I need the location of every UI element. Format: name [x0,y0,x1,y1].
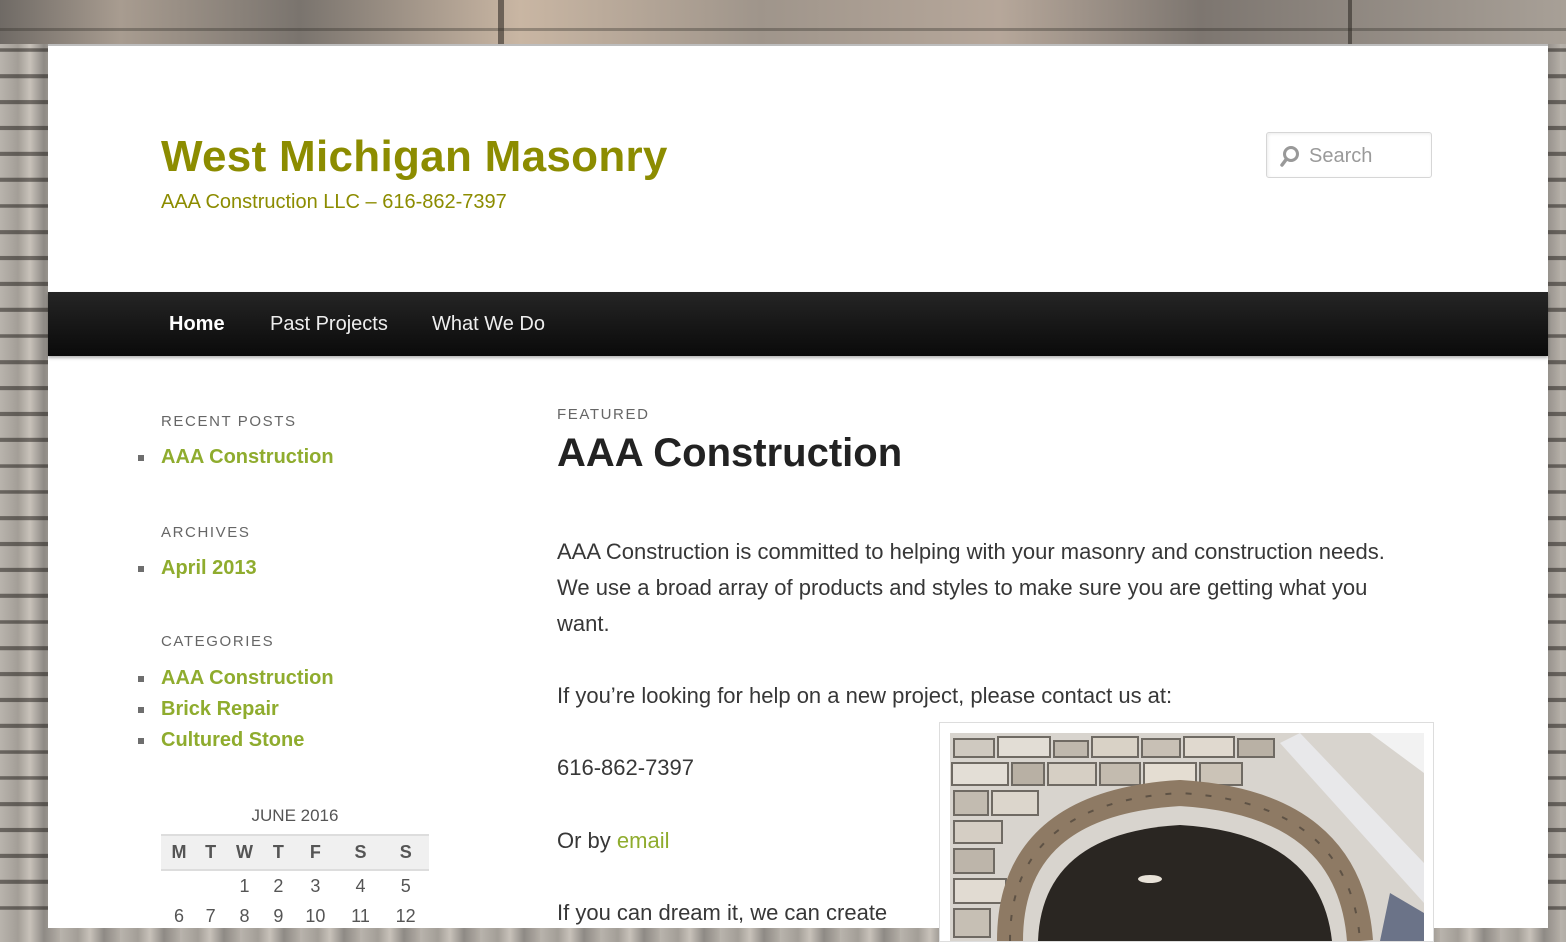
calendar-day [197,870,224,901]
post-phone: 616-862-7397 [557,755,695,780]
site-description: AAA Construction LLC – 616-862-7397 [161,191,507,213]
list-item: AAA Construction [138,663,334,694]
post-paragraph-line: AAA Construction is committed to helping… [557,539,1385,564]
nav-item-past-projects[interactable]: Past Projects [270,292,388,356]
page-container: West Michigan Masonry AAA Construction L… [48,44,1548,942]
calendar-day: 12 [395,905,416,926]
calendar-day-header: M [161,834,197,871]
stone-arch-photo [950,733,1424,941]
post-paragraph-line: want. [557,611,610,636]
calendar-day-header: S [338,834,383,871]
archives-title: ARCHIVES [161,524,251,541]
calendar-day-header: T [264,834,293,871]
post-paragraph-line: We use a broad array of products and sty… [557,575,1368,600]
list-item: AAA Construction [138,442,334,473]
photo-frame [939,722,1434,942]
category-link[interactable]: AAA Construction [161,667,334,689]
list-item: Cultured Stone [138,725,334,756]
search-input[interactable] [1307,139,1429,173]
calendar-day [161,870,197,901]
categories-title: CATEGORIES [161,633,275,650]
categories-list: AAA Construction Brick Repair Cultured S… [138,663,334,756]
calendar-day-header: S [382,834,429,871]
search-box[interactable] [1266,132,1432,178]
recent-posts-list: AAA Construction [138,442,334,473]
nav-item-what-we-do[interactable]: What We Do [432,292,545,356]
calendar-day: 6 [173,905,184,926]
calendar-day: 4 [355,875,366,896]
post-dream-paragraph: If you can dream it, we can create [557,900,888,925]
category-link[interactable]: Cultured Stone [161,729,304,751]
calendar-day-header: W [224,834,265,871]
search-icon [1279,145,1301,167]
archives-list: April 2013 [138,553,257,584]
calendar-day: 9 [273,905,284,926]
calendar-caption: JUNE 2016 [251,806,339,825]
post-contact-paragraph: If you’re looking for help on a new proj… [557,683,1173,708]
calendar-day: 7 [205,905,216,926]
email-prefix: Or by [557,828,617,853]
site-title[interactable]: West Michigan Masonry [161,132,668,182]
calendar-day-header: F [292,834,339,871]
calendar-day: 3 [310,875,321,896]
email-link[interactable]: email [617,828,670,853]
calendar-week-row: 1 2 3 4 5 [161,870,429,901]
calendar-day: 11 [351,905,370,926]
calendar-day: 2 [273,875,284,896]
calendar-day: 5 [400,875,411,896]
calendar-day: 1 [239,875,250,896]
main-navigation: Home Past Projects What We Do [48,292,1548,356]
calendar-day: 10 [305,905,326,926]
featured-label: FEATURED [557,406,650,423]
list-item: April 2013 [138,553,257,584]
recent-posts-title: RECENT POSTS [161,413,297,430]
calendar-table: M T W T F S S 1 2 3 4 5 6 7 8 9 10 11 12 [161,834,429,931]
recent-post-link[interactable]: AAA Construction [161,446,334,468]
archive-link[interactable]: April 2013 [161,557,257,579]
calendar-day: 8 [239,905,250,926]
background-stone-top [0,0,1566,44]
calendar-day-header: T [196,834,225,871]
post-title: AAA Construction [557,431,903,475]
nav-item-home[interactable]: Home [169,292,225,356]
list-item: Brick Repair [138,694,334,725]
calendar-week-row: 6 7 8 9 10 11 12 [161,901,429,931]
post-email-paragraph: Or by email [557,823,669,859]
category-link[interactable]: Brick Repair [161,698,279,720]
